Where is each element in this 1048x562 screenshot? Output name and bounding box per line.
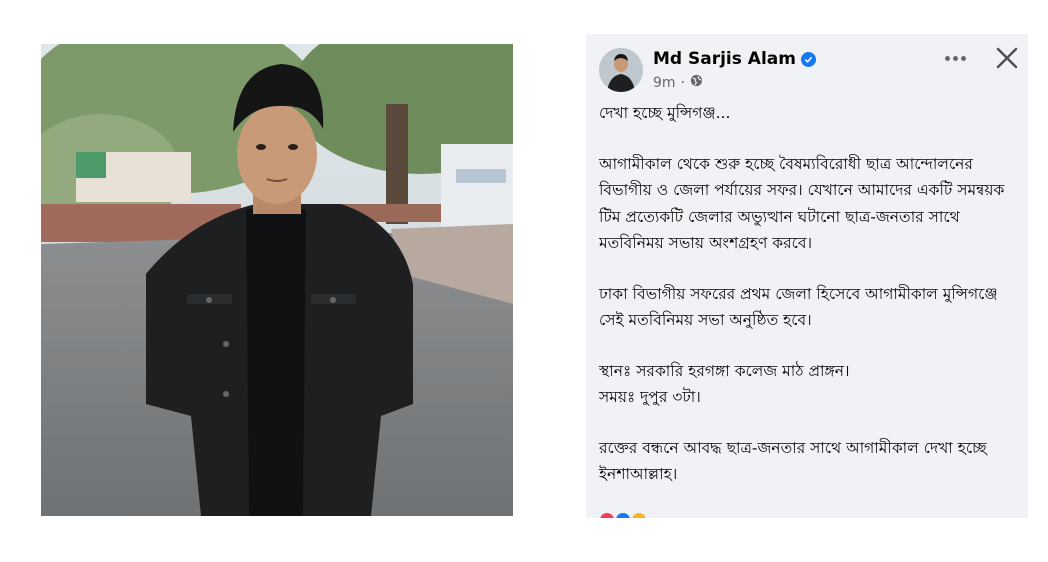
close-icon[interactable]	[995, 46, 1019, 70]
globe-icon	[690, 74, 703, 91]
post-paragraph: ঢাকা বিভাগীয় সফরের প্রথম জেলা হিসেবে আগ…	[599, 284, 998, 330]
reaction-icons[interactable]	[600, 513, 646, 518]
more-options-icon[interactable]	[941, 48, 969, 68]
meta-separator: ·	[680, 74, 685, 91]
author-name-row: Md Sarjis Alam	[653, 49, 816, 69]
post-paragraph: রক্তের বন্ধনে আবদ্ধ ছাত্র-জনতার সাথে আগা…	[599, 438, 987, 484]
haha-reaction-icon	[632, 513, 646, 518]
post-time[interactable]: 9m	[653, 75, 676, 91]
post-paragraph: আগামীকাল থেকে শুরু হচ্ছে বৈষম্যবিরোধী ছা…	[599, 154, 1005, 253]
post-meta: 9m ·	[653, 74, 703, 91]
post-header: Md Sarjis Alam 9m ·	[586, 34, 1028, 96]
author-name[interactable]: Md Sarjis Alam	[653, 49, 796, 69]
verified-badge-icon	[800, 51, 816, 67]
avatar[interactable]	[599, 48, 643, 92]
like-reaction-icon	[616, 513, 630, 518]
post-body: দেখা হচ্ছে মুন্সিগঞ্জ... আগামীকাল থেকে শ…	[599, 100, 1019, 512]
profile-photo	[41, 44, 513, 516]
post-paragraph: দেখা হচ্ছে মুন্সিগঞ্জ...	[599, 104, 731, 122]
love-reaction-icon	[600, 513, 614, 518]
post-paragraph: স্থানঃ সরকারি হরগঙ্গা কলেজ মাঠ প্রাঙ্গন।…	[599, 361, 850, 407]
post-card: Md Sarjis Alam 9m · দেখা হচ্ছে মুন্সিগঞ্…	[586, 34, 1028, 518]
